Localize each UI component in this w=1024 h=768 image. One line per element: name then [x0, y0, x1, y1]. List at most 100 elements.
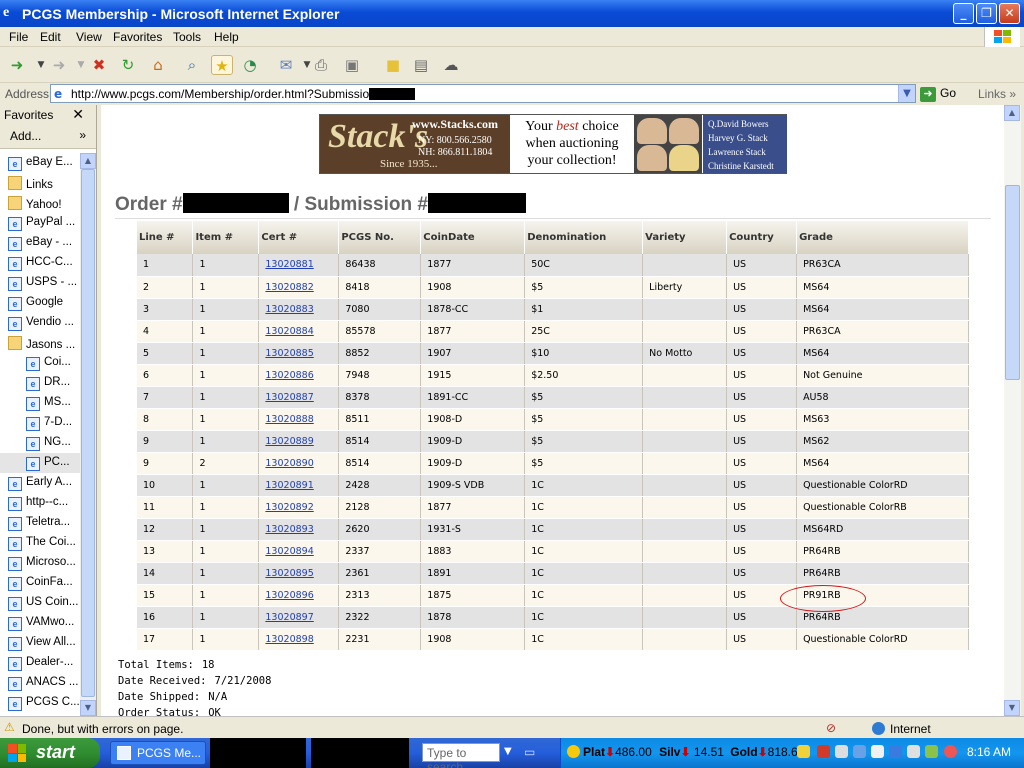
cert-link[interactable]: 13020896 [265, 590, 313, 601]
menu-tools[interactable]: Tools [173, 30, 201, 44]
back-icon[interactable]: ➜ [6, 55, 28, 75]
page-scrollbar[interactable]: ▲ ▼ [1004, 105, 1021, 716]
favorite-item[interactable]: Jasons ... [0, 333, 80, 353]
taskbar-item-pcgs[interactable]: PCGS Me... [110, 741, 206, 765]
favorite-item[interactable]: e Google [0, 293, 80, 313]
minimize-button[interactable]: _ [953, 3, 974, 24]
favorite-item[interactable]: e The Coi... [0, 533, 80, 553]
start-button[interactable]: start [0, 738, 100, 768]
device-icon[interactable] [871, 745, 884, 758]
favorite-item[interactable]: e ANACS ... [0, 673, 80, 693]
favorite-item[interactable]: e Dealer-... [0, 653, 80, 673]
favorite-item[interactable]: e eBay E... [0, 153, 80, 173]
messenger-icon[interactable]: ☁ [440, 55, 462, 75]
mail-icon[interactable]: ✉ [275, 55, 297, 75]
menu-edit[interactable]: Edit [40, 30, 61, 44]
taskbar-search-input[interactable]: Type to search [422, 743, 500, 768]
security-icon[interactable] [925, 745, 938, 758]
cert-link[interactable]: 13020890 [265, 458, 313, 469]
scroll-down-icon[interactable]: ▼ [80, 700, 96, 716]
favorite-item[interactable]: e PC... [0, 453, 80, 473]
menu-view[interactable]: View [76, 30, 102, 44]
favorite-item[interactable]: Links [0, 173, 80, 193]
shield-icon[interactable] [797, 745, 810, 758]
warning-icon[interactable]: ⚠ [4, 721, 16, 733]
scroll-up-icon[interactable]: ▲ [1004, 105, 1020, 121]
favorite-item[interactable]: e 7-D... [0, 413, 80, 433]
cert-link[interactable]: 13020891 [265, 480, 313, 491]
history-icon[interactable]: ◔ [239, 55, 261, 75]
forward-icon[interactable]: ➜ [48, 55, 70, 75]
scroll-thumb[interactable] [81, 169, 95, 697]
search-dropdown-icon[interactable]: ▼ [504, 746, 512, 757]
discuss-icon[interactable]: ■ [382, 55, 404, 75]
cert-link[interactable]: 13020887 [265, 392, 313, 403]
favorite-item[interactable]: e Vendio ... [0, 313, 80, 333]
favorite-item[interactable]: e NG... [0, 433, 80, 453]
home-icon[interactable]: ⌂ [147, 55, 169, 75]
browser-icon[interactable] [944, 745, 957, 758]
favorite-item[interactable]: e Microso... [0, 553, 80, 573]
print-icon[interactable]: ⎙ [310, 55, 332, 75]
search-icon[interactable]: ⌕ [181, 55, 203, 75]
cert-link[interactable]: 13020883 [265, 304, 313, 315]
menu-file[interactable]: File [9, 30, 28, 44]
close-button[interactable]: ✕ [999, 3, 1020, 24]
favorites-star-icon[interactable]: ★ [211, 55, 233, 75]
cert-link[interactable]: 13020898 [265, 634, 313, 645]
favorite-item[interactable]: e Coi... [0, 353, 80, 373]
favorite-item[interactable]: e CoinFa... [0, 573, 80, 593]
favorite-item[interactable]: e eBay - ... [0, 233, 80, 253]
cert-link[interactable]: 13020885 [265, 348, 313, 359]
add-favorite-button[interactable]: Add... » [0, 125, 96, 149]
address-dropdown-icon[interactable]: ▼ [898, 85, 915, 102]
favorite-item[interactable]: e US Coin... [0, 593, 80, 613]
cert-link[interactable]: 13020888 [265, 414, 313, 425]
cert-link[interactable]: 13020881 [265, 259, 313, 270]
cert-link[interactable]: 13020895 [265, 568, 313, 579]
favorite-item[interactable]: e View All... [0, 633, 80, 653]
favorite-item[interactable]: e Teletra... [0, 513, 80, 533]
cert-link[interactable]: 13020889 [265, 436, 313, 447]
favorite-item[interactable]: e MS... [0, 393, 80, 413]
favorite-item[interactable]: e USPS - ... [0, 273, 80, 293]
favorite-item[interactable]: e PayPal ... [0, 213, 80, 233]
address-input[interactable]: e http://www.pcgs.com/Membership/order.h… [50, 84, 916, 103]
favorite-item[interactable]: e PCGS C... [0, 693, 80, 713]
favorite-item[interactable]: e DR... [0, 373, 80, 393]
favorite-item[interactable]: e http--c... [0, 493, 80, 513]
favorites-scrollbar[interactable]: ▲ ▼ [80, 153, 96, 716]
antivirus-icon[interactable] [817, 745, 830, 758]
update-icon[interactable] [907, 745, 920, 758]
cert-link[interactable]: 13020893 [265, 524, 313, 535]
scroll-up-icon[interactable]: ▲ [80, 153, 96, 169]
cert-link[interactable]: 13020886 [265, 370, 313, 381]
close-favorites-icon[interactable]: ✕ [72, 106, 84, 123]
menu-help[interactable]: Help [214, 30, 239, 44]
edit-icon[interactable]: ▣ [341, 55, 363, 75]
popup-blocker-icon[interactable]: ⊘ [826, 721, 836, 735]
cert-link[interactable]: 13020897 [265, 612, 313, 623]
links-button[interactable]: Links » [978, 87, 1016, 101]
chevron-right-icon[interactable]: » [79, 128, 86, 142]
menu-favorites[interactable]: Favorites [113, 30, 162, 44]
refresh-icon[interactable]: ↻ [117, 55, 139, 75]
scroll-down-icon[interactable]: ▼ [1004, 700, 1020, 716]
stacks-ad-banner[interactable]: Stack's www.Stacks.com NY: 800.566.2580 … [319, 114, 787, 174]
metals-ticker[interactable]: Plat⬇486.00 Silv⬇ 14.51 Gold⬇818.60 [567, 745, 804, 759]
show-desktop-icon[interactable]: ▭ [524, 745, 535, 759]
messenger-icon[interactable] [889, 745, 902, 758]
maximize-button[interactable]: ❐ [976, 3, 997, 24]
network-icon[interactable] [835, 745, 848, 758]
cert-link[interactable]: 13020894 [265, 546, 313, 557]
stop-icon[interactable]: ✖ [88, 55, 110, 75]
favorite-item[interactable]: e HCC-C... [0, 253, 80, 273]
research-icon[interactable]: ▤ [410, 55, 432, 75]
favorite-item[interactable]: e Early A... [0, 473, 80, 493]
title-bar[interactable]: e PCGS Membership - Microsoft Internet E… [0, 0, 1024, 27]
volume-icon[interactable] [853, 745, 866, 758]
favorite-item[interactable]: Yahoo! [0, 193, 80, 213]
scroll-thumb[interactable] [1005, 185, 1020, 380]
favorite-item[interactable]: e VAMwo... [0, 613, 80, 633]
cert-link[interactable]: 13020882 [265, 282, 313, 293]
